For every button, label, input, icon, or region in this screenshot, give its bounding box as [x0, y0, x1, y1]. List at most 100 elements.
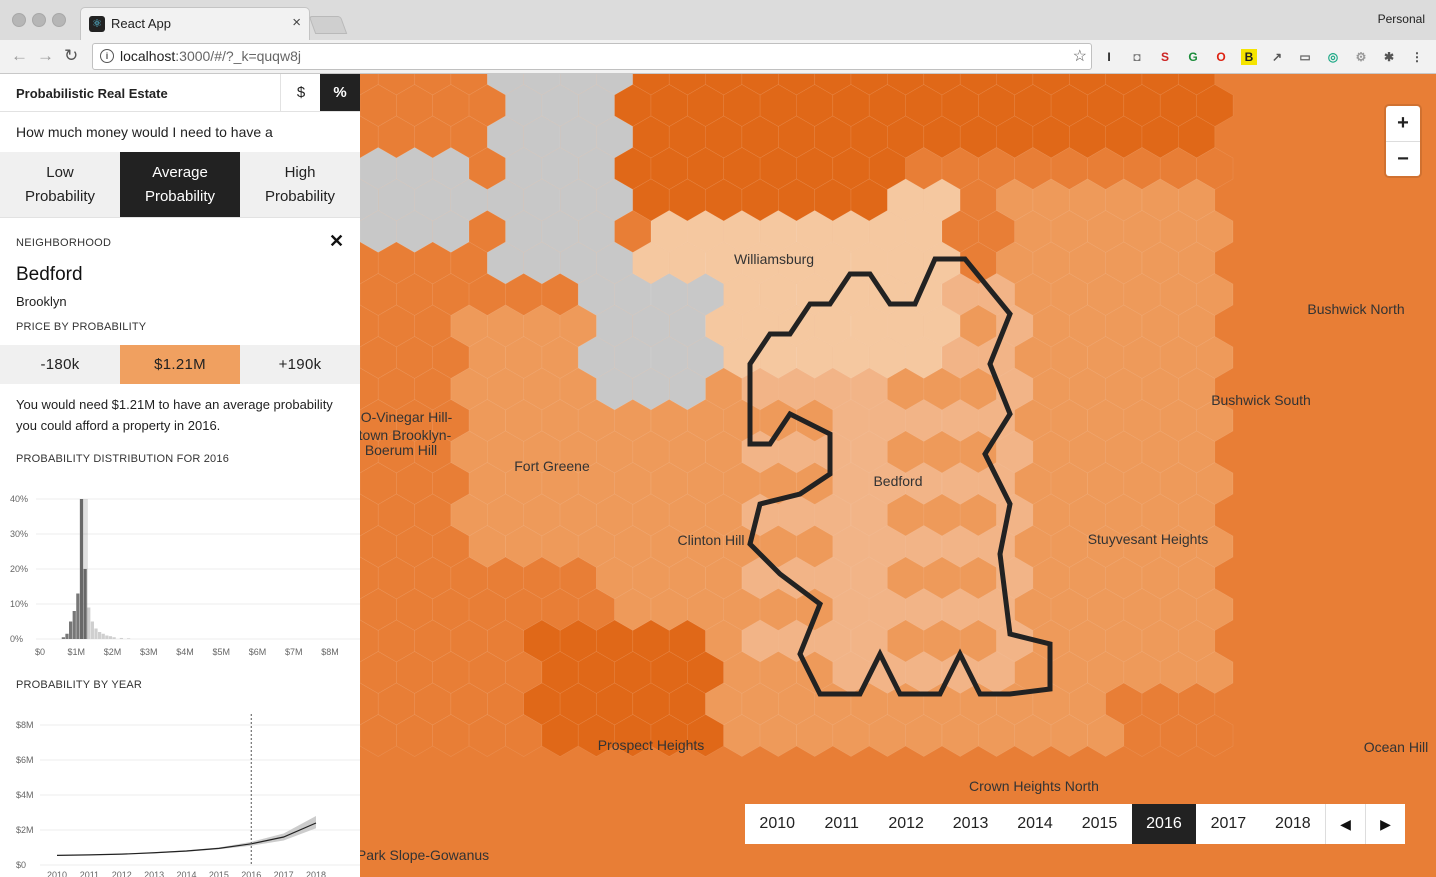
y-tick-label: 30%	[10, 529, 28, 539]
x-tick-label: $1M	[67, 647, 85, 657]
low-probability-button[interactable]: Low Probability	[0, 152, 120, 217]
year-button-2011[interactable]: 2011	[809, 804, 873, 844]
year-button-2016[interactable]: 2016	[1131, 804, 1197, 844]
year-button-2015[interactable]: 2015	[1067, 804, 1131, 844]
cast-icon[interactable]: ▭	[1297, 49, 1313, 65]
reload-icon[interactable]: ↻	[64, 46, 78, 66]
neighborhood-label[interactable]: Prospect Heights	[598, 737, 705, 753]
price-minus-button[interactable]: -180k	[0, 345, 120, 384]
x-tick-label: 2016	[241, 870, 261, 877]
neighborhood-label[interactable]: Park Slope-Gowanus	[360, 847, 489, 863]
app-title: Probabilistic Real Estate	[16, 86, 168, 101]
distribution-chart-title: PROBABILITY DISTRIBUTION FOR 2016	[16, 453, 230, 465]
neighborhood-label[interactable]: Clinton Hill	[678, 532, 745, 548]
year-button-2017[interactable]: 2017	[1196, 804, 1260, 844]
summary-text: You would need $1.21M to have an average…	[16, 397, 333, 433]
year-button-2012[interactable]: 2012	[874, 804, 938, 844]
neighborhood-label[interactable]: wntown Brooklyn-	[360, 427, 452, 443]
price-current-button[interactable]: $1.21M	[120, 345, 240, 384]
neighborhood-label[interactable]: Crown Heights North	[969, 778, 1099, 794]
tab-title: React App	[111, 16, 171, 31]
info-icon[interactable]: i	[100, 49, 114, 63]
neighborhood-label[interactable]: Bushwick South	[1211, 392, 1311, 408]
neighborhood-label[interactable]: MBO-Vinegar Hill-	[360, 409, 453, 425]
pin-icon[interactable]: ↗	[1269, 49, 1285, 65]
close-window-button[interactable]	[12, 13, 26, 27]
forward-icon[interactable]: →	[37, 46, 54, 66]
dist-bar	[101, 633, 105, 639]
price-by-probability-label: PRICE BY PROBABILITY	[16, 321, 147, 333]
opera-icon[interactable]: O	[1213, 49, 1229, 65]
neighborhood-label[interactable]: Fort Greene	[514, 458, 590, 474]
confidence-band	[57, 816, 316, 856]
probability-by-year-chart: $8M $6M $4M $2M $0 2010 2011 2012 2013 2014 2015 20…	[16, 714, 360, 877]
zoom-in-button[interactable]: +	[1386, 106, 1420, 142]
react-favicon-icon: ⚛	[89, 16, 105, 32]
x-tick-label: 2015	[209, 870, 229, 877]
instapaper-icon[interactable]: I	[1101, 49, 1117, 65]
dist-bar	[72, 611, 76, 639]
selected-price-marker	[79, 499, 88, 639]
dist-bar	[112, 637, 116, 639]
dollar-mode-button[interactable]: $	[280, 74, 321, 111]
y-tick-label: $2M	[16, 825, 34, 835]
tab-close-icon[interactable]: ×	[292, 14, 301, 31]
dist-bar	[98, 632, 102, 639]
x-tick-label: $5M	[212, 647, 230, 657]
profile-name[interactable]: Personal	[1378, 12, 1425, 26]
b-extension-icon[interactable]: B	[1241, 49, 1257, 65]
y-tick-label: $6M	[16, 755, 34, 765]
divider	[0, 217, 360, 218]
next-year-icon[interactable]: ▶	[1365, 804, 1405, 844]
hex-map-canvas[interactable]: Williamsburg Bushwick North Bushwick South…	[360, 74, 1436, 877]
neighborhood-label[interactable]: Bedford	[873, 473, 922, 489]
zoom-control: + −	[1386, 106, 1420, 176]
new-tab-button[interactable]	[308, 16, 348, 34]
distribution-chart: 40% 30% 20% 10% 0% $0 $1M $2M $3M $4M $5M $6M $7M $8M	[10, 494, 360, 657]
x-tick-label: $0	[35, 647, 45, 657]
address-bar[interactable]: i localhost:3000/#/?_k=quqw8j ☆	[92, 43, 1092, 70]
dist-bar	[94, 628, 98, 639]
menu-icon[interactable]: ⋮	[1409, 49, 1425, 65]
x-tick-label: $3M	[140, 647, 158, 657]
percent-mode-button[interactable]: %	[320, 74, 360, 111]
y-tick-label: 0%	[10, 634, 23, 644]
neighborhood-label: NEIGHBORHOOD	[16, 237, 112, 249]
s-extension-icon[interactable]: S	[1157, 49, 1173, 65]
bug-icon[interactable]: ✱	[1381, 49, 1397, 65]
minimize-window-button[interactable]	[32, 13, 46, 27]
neighborhood-label[interactable]: Stuyvesant Heights	[1088, 531, 1209, 547]
close-icon[interactable]: ✕	[329, 231, 344, 252]
hex-map[interactable]: Williamsburg Bushwick North Bushwick South…	[360, 74, 1436, 877]
dist-bar	[108, 636, 113, 639]
year-button-2013[interactable]: 2013	[938, 804, 1002, 844]
dist-bar	[69, 621, 73, 639]
y-tick-label: 20%	[10, 564, 28, 574]
prev-year-icon[interactable]: ◀	[1325, 804, 1365, 844]
neighborhood-label[interactable]: Bushwick North	[1307, 301, 1404, 317]
x-tick-label: 2014	[176, 870, 196, 877]
browser-toolbar: ← → ↻ i localhost:3000/#/?_k=quqw8j ☆ I ◘…	[0, 40, 1436, 74]
x-tick-label: $4M	[176, 647, 194, 657]
back-icon[interactable]: ←	[11, 46, 28, 66]
settings-icon[interactable]: ⚙	[1353, 49, 1369, 65]
camera-icon[interactable]: ◘	[1129, 49, 1145, 65]
neighborhood-label[interactable]: Williamsburg	[734, 251, 814, 267]
dist-bar	[119, 637, 123, 639]
grammarly-icon[interactable]: G	[1185, 49, 1201, 65]
price-plus-button[interactable]: +190k	[240, 345, 360, 384]
maximize-window-button[interactable]	[52, 13, 66, 27]
zoom-out-button[interactable]: −	[1386, 142, 1420, 177]
neighborhood-label[interactable]: Ocean Hill	[1364, 739, 1429, 755]
color-picker-icon[interactable]: ◎	[1325, 49, 1341, 65]
high-probability-button[interactable]: High Probability	[240, 152, 360, 217]
average-probability-button[interactable]: Average Probability	[120, 152, 240, 217]
year-button-2018[interactable]: 2018	[1261, 804, 1325, 844]
year-button-2010[interactable]: 2010	[745, 804, 809, 844]
year-button-2014[interactable]: 2014	[1003, 804, 1067, 844]
app-header: Probabilistic Real Estate $ %	[0, 74, 360, 112]
x-tick-label: $2M	[104, 647, 122, 657]
neighborhood-label[interactable]: Boerum Hill	[365, 442, 437, 458]
bookmark-star-icon[interactable]: ☆	[1073, 46, 1087, 66]
browser-tab[interactable]: ⚛ React App ×	[80, 7, 310, 41]
